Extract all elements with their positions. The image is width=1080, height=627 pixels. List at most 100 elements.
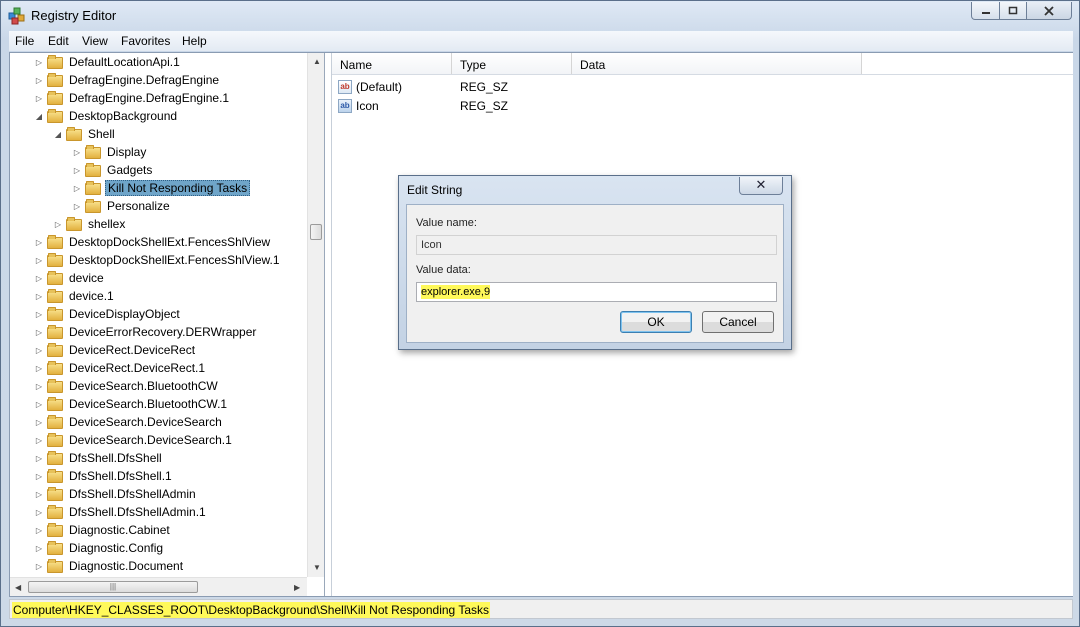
tree-node[interactable]: ▷ DeviceRect.DeviceRect xyxy=(34,341,197,359)
expand-right-icon[interactable]: ▷ xyxy=(34,453,44,463)
registry-tree[interactable]: ▷ DefaultLocationApi.1 ▷ DefragEngine.Defra… xyxy=(10,53,325,596)
expand-right-icon[interactable]: ▷ xyxy=(34,309,44,319)
expand-right-icon[interactable]: ▷ xyxy=(34,525,44,535)
scroll-down-icon[interactable]: ▼ xyxy=(313,563,321,572)
expand-right-icon[interactable]: ▷ xyxy=(34,543,44,553)
expand-right-icon[interactable]: ▷ xyxy=(34,417,44,427)
expand-right-icon[interactable]: ▷ xyxy=(34,93,44,103)
expand-right-icon[interactable]: ▷ xyxy=(34,561,44,571)
tree-node[interactable]: ▷ DefragEngine.DefragEngine.1 xyxy=(34,89,231,107)
string-value-icon: ab xyxy=(338,80,352,94)
string-value-icon: ab xyxy=(338,99,352,113)
folder-icon xyxy=(47,325,63,339)
value-data-input[interactable]: explorer.exe,9 xyxy=(416,282,777,302)
menu-help[interactable]: Help xyxy=(182,34,207,48)
tree-node[interactable]: ▷ DesktopDockShellExt.FencesShlView xyxy=(34,233,272,251)
tree-node-label: Personalize xyxy=(107,199,170,213)
tree-node[interactable]: ▷ DesktopDockShellExt.FencesShlView.1 xyxy=(34,251,282,269)
menu-view[interactable]: View xyxy=(82,34,108,48)
expand-right-icon[interactable]: ▷ xyxy=(34,237,44,247)
tree-node[interactable]: ▷ DeviceSearch.DeviceSearch xyxy=(34,413,224,431)
expand-right-icon[interactable]: ▷ xyxy=(34,471,44,481)
menu-favorites[interactable]: Favorites xyxy=(121,34,170,48)
tree-node-label: DeviceSearch.BluetoothCW xyxy=(69,379,218,393)
tree-node[interactable]: ▷ DfsShell.DfsShell.1 xyxy=(34,467,174,485)
expand-right-icon[interactable]: ▷ xyxy=(34,255,44,265)
menu-file[interactable]: File xyxy=(15,34,34,48)
tree-vertical-scrollbar[interactable]: ▲ ▼ xyxy=(307,53,324,577)
folder-icon xyxy=(85,181,101,195)
cancel-button[interactable]: Cancel xyxy=(702,311,774,333)
tree-node-label: Diagnostic.Document xyxy=(69,559,184,573)
tree-node[interactable]: ▷ DfsShell.DfsShellAdmin xyxy=(34,485,198,503)
tree-node[interactable]: ▷ DeviceRect.DeviceRect.1 xyxy=(34,359,207,377)
tree-node[interactable]: ▷ Diagnostic.Cabinet xyxy=(34,521,172,539)
dialog-close-button[interactable]: ✕ xyxy=(739,177,783,195)
expand-down-icon[interactable]: ◢ xyxy=(53,129,63,139)
expand-right-icon[interactable]: ▷ xyxy=(34,291,44,301)
tree-node[interactable]: ▷ DefaultLocationApi.1 xyxy=(34,53,182,71)
tree-node[interactable]: ▷ DfsShell.DfsShellAdmin.1 xyxy=(34,503,208,521)
tree-node[interactable]: ▷ DeviceErrorRecovery.DERWrapper xyxy=(34,323,258,341)
expand-right-icon[interactable]: ▷ xyxy=(34,435,44,445)
tree-node[interactable]: ▷ Display xyxy=(72,143,148,161)
ok-button[interactable]: OK xyxy=(620,311,692,333)
tree-node-label: Display xyxy=(107,145,147,159)
expand-right-icon[interactable]: ▷ xyxy=(34,345,44,355)
tree-node[interactable]: ▷ Personalize xyxy=(72,197,172,215)
value-data-label: Value data: xyxy=(416,264,471,276)
tree-node[interactable]: ▷ DeviceSearch.BluetoothCW.1 xyxy=(34,395,229,413)
tree-node-label: DeviceSearch.DeviceSearch.1 xyxy=(69,433,232,447)
close-icon: ✕ xyxy=(755,177,767,192)
maximize-button[interactable] xyxy=(999,2,1027,20)
tree-node[interactable]: ▷ DeviceSearch.DeviceSearch.1 xyxy=(34,431,234,449)
tree-node[interactable]: ◢ Shell xyxy=(53,125,117,143)
scroll-up-icon[interactable]: ▲ xyxy=(313,57,321,66)
scroll-right-icon[interactable]: ▶ xyxy=(294,583,300,592)
tree-horizontal-scroll-thumb[interactable]: ||| xyxy=(28,581,198,593)
value-row-icon[interactable]: ab Icon REG_SZ xyxy=(338,97,508,115)
expand-right-icon[interactable]: ▷ xyxy=(53,219,63,229)
expand-right-icon[interactable]: ▷ xyxy=(72,147,82,157)
tree-node[interactable]: ▷ Gadgets xyxy=(72,161,154,179)
expand-right-icon[interactable]: ▷ xyxy=(34,363,44,373)
tree-node[interactable]: ◢ DesktopBackground xyxy=(34,107,179,125)
expand-right-icon[interactable]: ▷ xyxy=(72,201,82,211)
expand-right-icon[interactable]: ▷ xyxy=(34,75,44,85)
tree-node[interactable]: ▷ DeviceSearch.BluetoothCW xyxy=(34,377,220,395)
expand-right-icon[interactable]: ▷ xyxy=(72,165,82,175)
scroll-left-icon[interactable]: ◀ xyxy=(15,583,21,592)
tree-node[interactable]: ▷ shellex xyxy=(53,215,127,233)
value-name-label: Value name: xyxy=(416,217,477,229)
column-header-data[interactable]: Data xyxy=(572,53,862,74)
tree-node[interactable]: ▷ device xyxy=(34,269,106,287)
expand-down-icon[interactable]: ◢ xyxy=(34,111,44,121)
value-row-default[interactable]: ab (Default) REG_SZ xyxy=(338,78,508,96)
expand-right-icon[interactable]: ▷ xyxy=(34,489,44,499)
minimize-button[interactable] xyxy=(971,2,1000,20)
expand-right-icon[interactable]: ▷ xyxy=(72,183,82,193)
tree-horizontal-scrollbar[interactable]: ◀ ||| ▶ xyxy=(10,577,307,596)
column-header-type[interactable]: Type xyxy=(452,53,572,74)
tree-node-label: DeviceRect.DeviceRect xyxy=(69,343,196,357)
tree-node[interactable]: ▷ DefragEngine.DefragEngine xyxy=(34,71,221,89)
menu-edit[interactable]: Edit xyxy=(48,34,69,48)
folder-icon xyxy=(47,343,63,357)
tree-node[interactable]: ▷ DeviceDisplayObject xyxy=(34,305,182,323)
expand-right-icon[interactable]: ▷ xyxy=(34,381,44,391)
close-window-button[interactable] xyxy=(1026,2,1072,20)
tree-vertical-scroll-thumb[interactable] xyxy=(310,224,322,240)
expand-right-icon[interactable]: ▷ xyxy=(34,507,44,517)
tree-node[interactable]: ▷ Diagnostic.Config xyxy=(34,539,165,557)
folder-icon xyxy=(47,55,63,69)
tree-node[interactable]: ▷ device.1 xyxy=(34,287,116,305)
expand-right-icon[interactable]: ▷ xyxy=(34,327,44,337)
tree-node[interactable]: ▷ Diagnostic.Document xyxy=(34,557,185,575)
expand-right-icon[interactable]: ▷ xyxy=(34,57,44,67)
expand-right-icon[interactable]: ▷ xyxy=(34,399,44,409)
column-header-name[interactable]: Name xyxy=(332,53,452,74)
tree-node[interactable]: ▷ Kill Not Responding Tasks xyxy=(72,179,251,197)
title-bar[interactable]: Registry Editor xyxy=(1,1,1079,31)
tree-node[interactable]: ▷ DfsShell.DfsShell xyxy=(34,449,164,467)
expand-right-icon[interactable]: ▷ xyxy=(34,273,44,283)
